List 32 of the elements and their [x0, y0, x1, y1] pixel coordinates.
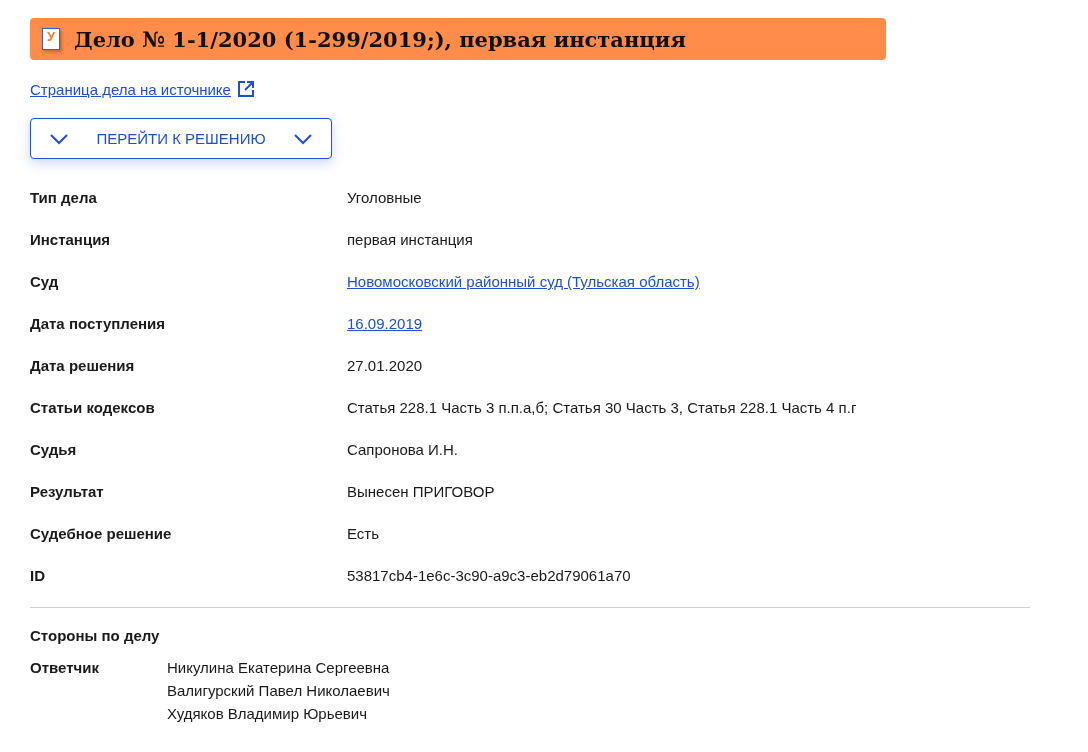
chevron-down-icon [49, 132, 69, 145]
field-value: Статья 228.1 Часть 3 п.п.а,б; Статья 30 Часть 3, Статья 228.1 Часть 4 п.г [347, 399, 858, 417]
case-title: Дело № 1-1/2020 (1-299/2019;), первая инстанция [74, 26, 686, 52]
field-label: Дата поступления [30, 315, 167, 333]
field-label: Результат [30, 483, 105, 501]
field-link[interactable]: Новомосковский районный суд (Тульская область) [347, 273, 700, 290]
field-value: Уголовные [347, 189, 423, 207]
field-value: первая инстанция [347, 231, 474, 249]
parties-heading: Стороны по делу [30, 627, 161, 644]
field-value: Сапронова И.Н. [347, 441, 460, 459]
document-badge-icon: У [42, 28, 60, 50]
field-value: Есть [347, 525, 381, 543]
field-label: Судья [30, 441, 78, 459]
field-value: Вынесен ПРИГОВОР [347, 483, 496, 501]
field-label: Инстанция [30, 231, 112, 249]
field-label: ID [30, 567, 46, 585]
chevron-down-icon [293, 132, 313, 145]
go-to-decision-button[interactable]: ПЕРЕЙТИ К РЕШЕНИЮ [30, 118, 332, 159]
field-label: Суд [30, 273, 60, 291]
field-value: 53817cb4-1e6c-3c90-a9c3-eb2d79061a70 [347, 567, 632, 585]
field-label: Дата решения [30, 357, 136, 375]
field-label: Тип дела [30, 189, 98, 207]
field-value: 27.01.2020 [347, 357, 424, 375]
party-name: Валигурский Павел Николаевич [167, 682, 391, 699]
party-name: Никулина Екатерина Сергеевна [167, 659, 391, 676]
field-label: Судебное решение [30, 525, 173, 543]
field-link[interactable]: 16.09.2019 [347, 315, 423, 332]
party-name: Худяков Владимир Юрьевич [167, 705, 368, 722]
external-link-icon[interactable] [236, 80, 255, 98]
party-role: Ответчик [30, 659, 100, 678]
field-label: Статьи кодексов [30, 399, 156, 417]
source-page-link[interactable]: Страница дела на источнике [30, 80, 231, 98]
